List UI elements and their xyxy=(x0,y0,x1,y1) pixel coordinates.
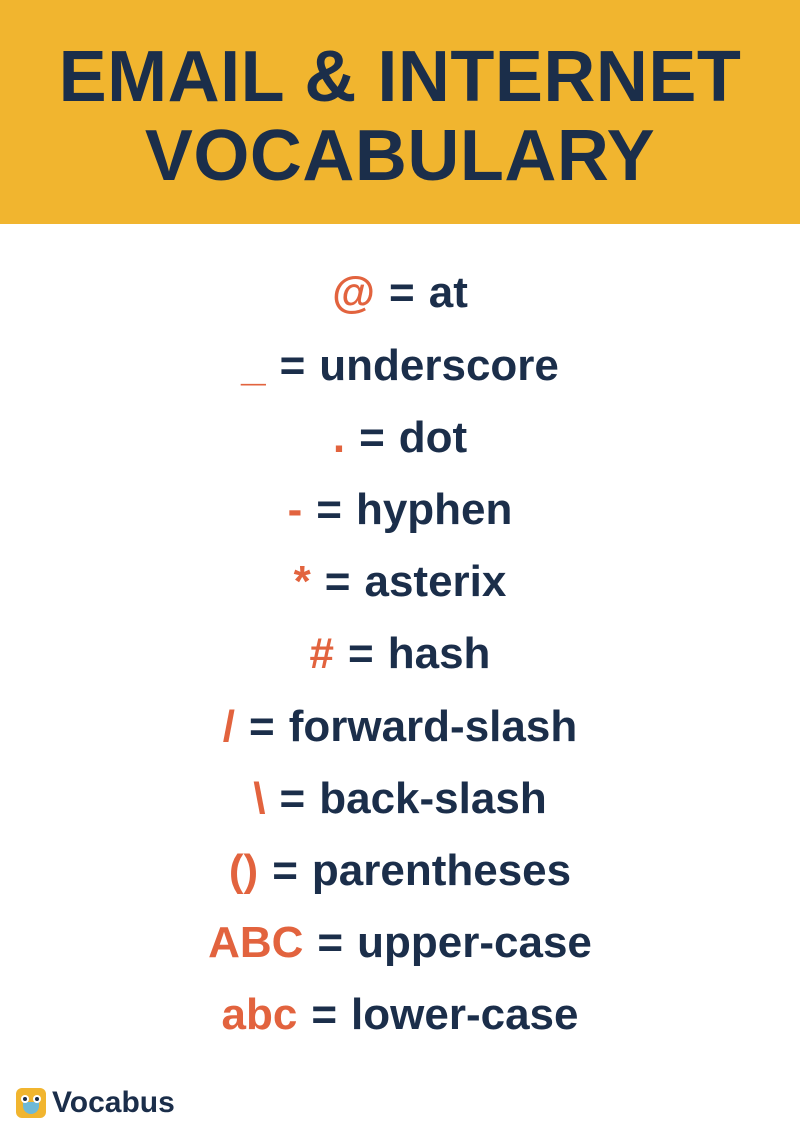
vocab-row: abc = lower-case xyxy=(222,986,579,1043)
vocab-row: _ = underscore xyxy=(241,337,559,394)
word-forward-slash: forward-slash xyxy=(289,698,578,755)
word-dot: dot xyxy=(399,409,467,466)
equals-sign: = xyxy=(317,914,343,971)
equals-sign: = xyxy=(325,553,351,610)
header-banner: EMAIL & INTERNET VOCABULARY xyxy=(0,0,800,224)
vocab-row: \ = back-slash xyxy=(253,770,546,827)
word-back-slash: back-slash xyxy=(319,770,546,827)
equals-sign: = xyxy=(389,264,415,321)
equals-sign: = xyxy=(359,409,385,466)
vocab-row: * = asterix xyxy=(294,553,507,610)
equals-sign: = xyxy=(316,481,342,538)
equals-sign: = xyxy=(280,337,306,394)
word-upper-case: upper-case xyxy=(357,914,592,971)
equals-sign: = xyxy=(348,625,374,682)
owl-icon xyxy=(16,1088,46,1118)
symbol-underscore: _ xyxy=(241,337,265,394)
vocab-row: # = hash xyxy=(310,625,491,682)
word-parentheses: parentheses xyxy=(312,842,571,899)
brand-name: Vocabus xyxy=(52,1086,175,1120)
word-underscore: underscore xyxy=(319,337,559,394)
vocab-row: () = parentheses xyxy=(229,842,571,899)
symbol-lower-case: abc xyxy=(222,986,298,1043)
vocab-list: @ = at _ = underscore . = dot - = hyphen… xyxy=(0,224,800,1063)
vocab-row: . = dot xyxy=(333,409,467,466)
symbol-asterix: * xyxy=(294,553,311,610)
vocab-row: / = forward-slash xyxy=(223,698,577,755)
vocab-row: @ = at xyxy=(332,264,468,321)
word-lower-case: lower-case xyxy=(351,986,578,1043)
vocab-row: - = hyphen xyxy=(288,481,513,538)
equals-sign: = xyxy=(249,698,275,755)
page-title: EMAIL & INTERNET VOCABULARY xyxy=(20,38,780,196)
word-hyphen: hyphen xyxy=(356,481,512,538)
word-at: at xyxy=(429,264,468,321)
symbol-at: @ xyxy=(332,264,375,321)
symbol-hyphen: - xyxy=(288,481,303,538)
footer-brand: Vocabus xyxy=(16,1086,175,1120)
symbol-back-slash: \ xyxy=(253,770,265,827)
symbol-dot: . xyxy=(333,409,345,466)
title-line-2: VOCABULARY xyxy=(145,116,655,196)
symbol-forward-slash: / xyxy=(223,698,235,755)
equals-sign: = xyxy=(272,842,298,899)
equals-sign: = xyxy=(311,986,337,1043)
vocab-row: ABC = upper-case xyxy=(208,914,592,971)
word-hash: hash xyxy=(388,625,491,682)
title-line-1: EMAIL & INTERNET xyxy=(59,37,742,117)
equals-sign: = xyxy=(280,770,306,827)
symbol-hash: # xyxy=(310,625,334,682)
word-asterix: asterix xyxy=(364,553,506,610)
symbol-parentheses: () xyxy=(229,842,258,899)
symbol-upper-case: ABC xyxy=(208,914,303,971)
